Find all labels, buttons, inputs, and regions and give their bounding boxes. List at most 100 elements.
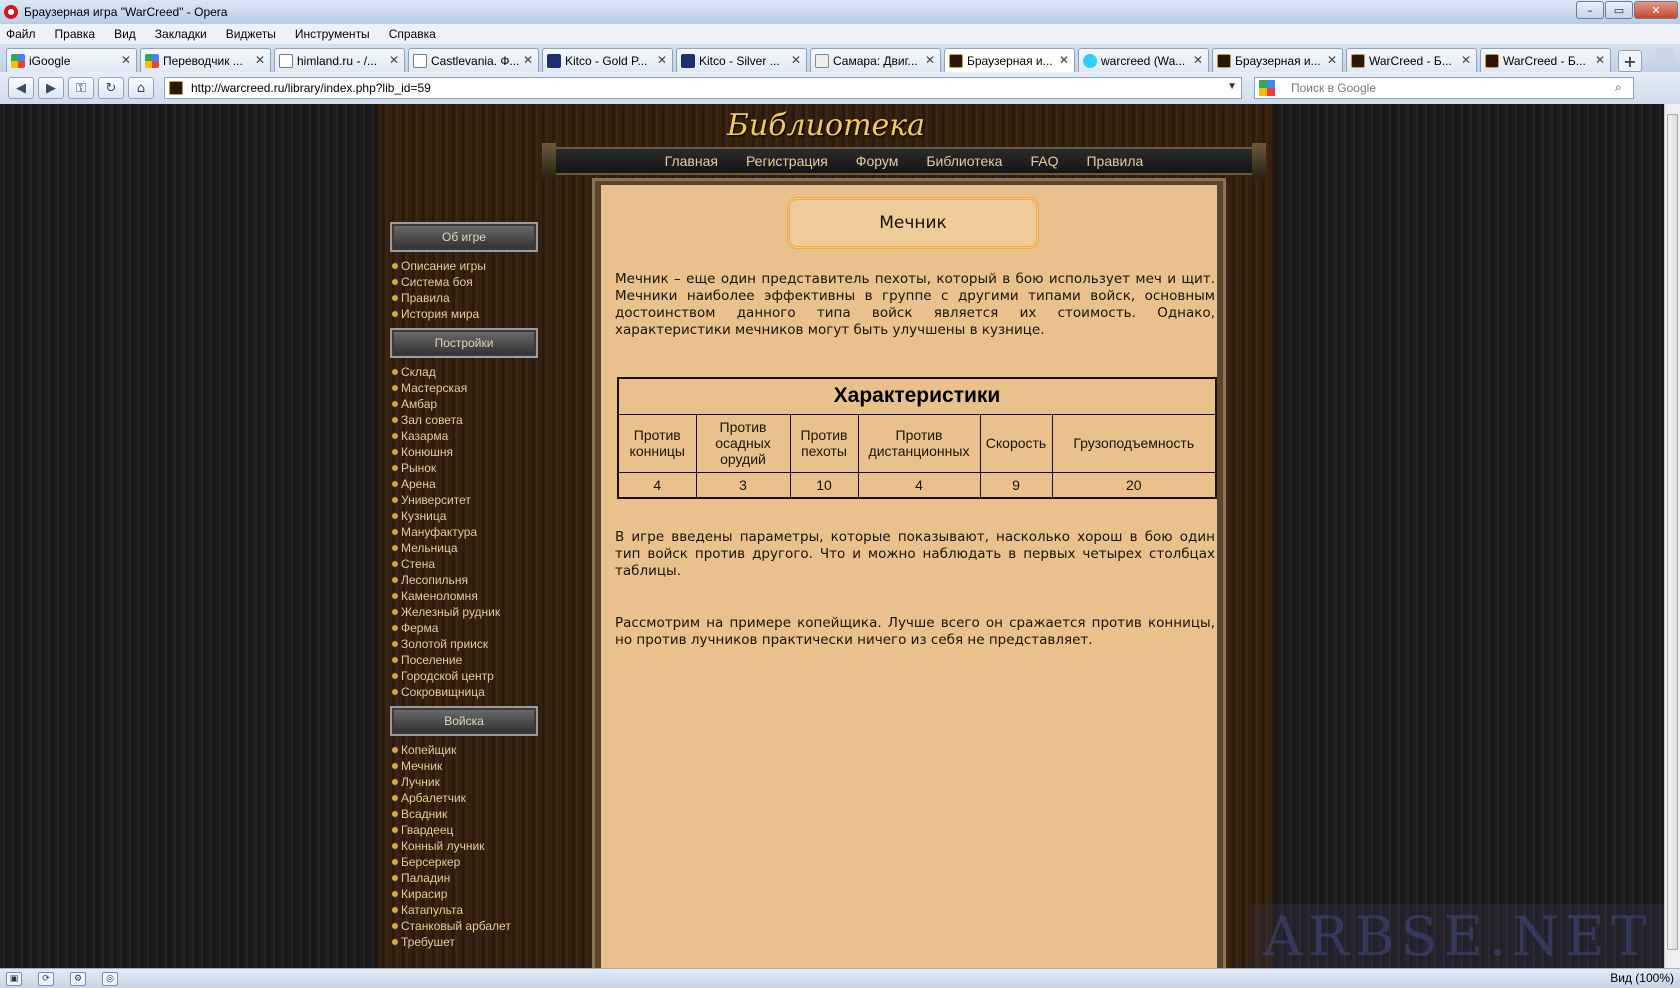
nav-rules[interactable]: Правила	[1086, 153, 1143, 169]
tab-close-icon[interactable]: ✕	[523, 53, 533, 67]
sidebar-item[interactable]: Кирасир	[392, 886, 540, 902]
tab-castlevania[interactable]: Castlevania. Ф... ✕	[408, 48, 539, 72]
menu-file[interactable]: Файл	[6, 27, 36, 41]
nav-registration[interactable]: Регистрация	[746, 153, 828, 169]
sidebar-item-label: Всадник	[401, 807, 448, 821]
sidebar-item[interactable]: Катапульта	[392, 902, 540, 918]
sidebar-item[interactable]: Золотой прииск	[392, 636, 540, 652]
trash-icon[interactable]	[1656, 48, 1674, 68]
panel-toggle-icon[interactable]: ▣	[6, 971, 22, 986]
sidebar-item[interactable]: Склад	[392, 364, 540, 380]
sidebar-item[interactable]: Мечник	[392, 758, 540, 774]
sidebar-item[interactable]: Копейщик	[392, 742, 540, 758]
back-button[interactable]: ◀	[8, 77, 34, 99]
vertical-scrollbar[interactable]	[1664, 104, 1680, 968]
nav-home[interactable]: Главная	[665, 153, 718, 169]
tab-translator[interactable]: Переводчик ... ✕	[140, 48, 271, 72]
scrollbar-thumb[interactable]	[1667, 114, 1678, 950]
sidebar-item[interactable]: Каменоломня	[392, 588, 540, 604]
sidebar-item[interactable]: Казарма	[392, 428, 540, 444]
tab-close-icon[interactable]: ✕	[925, 53, 935, 67]
search-input[interactable]: Поиск в Google ⌕	[1254, 77, 1634, 99]
wand-key-button[interactable]: ⚿	[68, 77, 94, 99]
unite-icon[interactable]: ⚙	[70, 971, 86, 986]
sidebar-item[interactable]: Лучник	[392, 774, 540, 790]
sidebar-item[interactable]: Паладин	[392, 870, 540, 886]
sidebar-item[interactable]: История мира	[392, 306, 540, 322]
sidebar-item[interactable]: Конюшня	[392, 444, 540, 460]
tab-kitco-gold[interactable]: Kitco - Gold P... ✕	[542, 48, 673, 72]
minimize-button[interactable]: –	[1576, 1, 1604, 19]
reload-button[interactable]: ↻	[98, 77, 124, 99]
tab-close-icon[interactable]: ✕	[1193, 53, 1203, 67]
search-icon[interactable]: ⌕	[1615, 80, 1631, 96]
tab-warcreed-active[interactable]: Браузерная и... ✕	[944, 48, 1075, 72]
tab-samara[interactable]: Самара: Двиг... ✕	[810, 48, 941, 72]
sidebar-item[interactable]: Ферма	[392, 620, 540, 636]
tab-close-icon[interactable]: ✕	[1595, 53, 1605, 67]
sidebar-item[interactable]: Сокровищница	[392, 684, 540, 700]
sidebar-item[interactable]: Университет	[392, 492, 540, 508]
zoom-level[interactable]: Вид (100%)	[1610, 971, 1674, 985]
tab-close-icon[interactable]: ✕	[791, 53, 801, 67]
sidebar-item[interactable]: Арбалетчик	[392, 790, 540, 806]
menu-bookmarks[interactable]: Закладки	[155, 27, 207, 41]
menu-widgets[interactable]: Виджеты	[226, 27, 276, 41]
chevron-down-icon[interactable]: ▼	[1227, 81, 1237, 92]
google-icon[interactable]	[1259, 80, 1275, 96]
tab-warcreed-4[interactable]: WarCreed - Б... ✕	[1480, 48, 1611, 72]
tab-kitco-silver[interactable]: Kitco - Silver ... ✕	[676, 48, 807, 72]
sync-icon[interactable]: ⟳	[38, 971, 54, 986]
bullet-icon	[392, 593, 398, 599]
sidebar-item[interactable]: Железный рудник	[392, 604, 540, 620]
sidebar-item[interactable]: Зал совета	[392, 412, 540, 428]
maximize-button[interactable]: ▭	[1605, 1, 1633, 19]
sidebar-item[interactable]: Мастерская	[392, 380, 540, 396]
sidebar-item[interactable]: Мельница	[392, 540, 540, 556]
tab-close-icon[interactable]: ✕	[255, 53, 265, 67]
tab-himland[interactable]: himland.ru - /... ✕	[274, 48, 405, 72]
sidebar-item[interactable]: Станковый арбалет	[392, 918, 540, 934]
sidebar-item[interactable]: Поселение	[392, 652, 540, 668]
nav-library[interactable]: Библиотека	[926, 153, 1002, 169]
sidebar-item[interactable]: Лесопильня	[392, 572, 540, 588]
tab-twitter[interactable]: warcreed (Wa... ✕	[1078, 48, 1209, 72]
sidebar-item[interactable]: Описание игры	[392, 258, 540, 274]
home-button[interactable]: ⌂	[128, 77, 154, 99]
sidebar-item[interactable]: Стена	[392, 556, 540, 572]
tab-close-icon[interactable]: ✕	[389, 53, 399, 67]
sidebar-item[interactable]: Берсеркер	[392, 854, 540, 870]
menu-help[interactable]: Справка	[389, 27, 436, 41]
menu-view[interactable]: Вид	[114, 27, 136, 41]
sidebar-item[interactable]: Правила	[392, 290, 540, 306]
tab-warcreed-2[interactable]: Браузерная и... ✕	[1212, 48, 1343, 72]
tab-warcreed-3[interactable]: WarCreed - Б... ✕	[1346, 48, 1477, 72]
close-button[interactable]: ✕	[1634, 1, 1678, 19]
tab-close-icon[interactable]: ✕	[121, 53, 131, 67]
sidebar-item[interactable]: Требушет	[392, 934, 540, 950]
tab-close-icon[interactable]: ✕	[1461, 53, 1471, 67]
sidebar-item[interactable]: Гвардеец	[392, 822, 540, 838]
menu-tools[interactable]: Инструменты	[295, 27, 370, 41]
sidebar-item[interactable]: Арена	[392, 476, 540, 492]
sidebar-item[interactable]: Система боя	[392, 274, 540, 290]
new-tab-button[interactable]: +	[1618, 50, 1642, 72]
url-input[interactable]: http://warcreed.ru/library/index.php?lib…	[164, 77, 1242, 99]
forward-button[interactable]: ▶	[38, 77, 64, 99]
sidebar-item[interactable]: Амбар	[392, 396, 540, 412]
tab-close-icon[interactable]: ✕	[1059, 53, 1069, 67]
sidebar-item[interactable]: Конный лучник	[392, 838, 540, 854]
menu-edit[interactable]: Правка	[55, 27, 96, 41]
article-paragraph-3: Рассмотрим на примере копейщика. Лучше в…	[615, 615, 1215, 648]
tab-close-icon[interactable]: ✕	[1327, 53, 1337, 67]
tab-igoogle[interactable]: iGoogle ✕	[6, 48, 137, 72]
sidebar-item[interactable]: Мануфактура	[392, 524, 540, 540]
sidebar-item[interactable]: Всадник	[392, 806, 540, 822]
sidebar-item[interactable]: Городской центр	[392, 668, 540, 684]
sidebar-item[interactable]: Кузница	[392, 508, 540, 524]
nav-forum[interactable]: Форум	[856, 153, 899, 169]
tab-close-icon[interactable]: ✕	[657, 53, 667, 67]
turbo-icon[interactable]: ◎	[102, 971, 118, 986]
sidebar-item[interactable]: Рынок	[392, 460, 540, 476]
nav-faq[interactable]: FAQ	[1030, 153, 1058, 169]
